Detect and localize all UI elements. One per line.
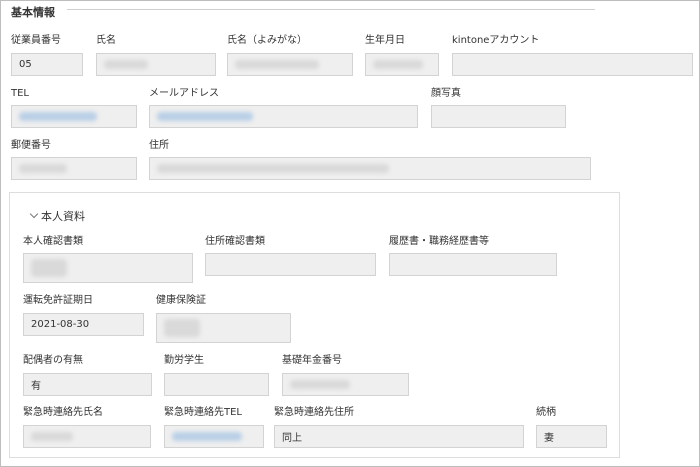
emergency-name-field[interactable] <box>23 425 151 448</box>
postal-code-field[interactable] <box>11 157 137 180</box>
name-kana-label: 氏名（よみがな） <box>227 35 307 46</box>
redacted-health-insurance <box>164 319 200 337</box>
email-field[interactable] <box>149 105 418 128</box>
license-expiry-label: 運転免許証期日 <box>23 295 93 306</box>
address-doc-field[interactable] <box>205 253 376 276</box>
redacted-address <box>157 164 389 173</box>
health-insurance-field[interactable] <box>156 313 291 343</box>
emergency-tel-label: 緊急時連絡先TEL <box>164 407 242 418</box>
documents-toggle[interactable]: 本人資料 <box>29 208 85 224</box>
tel-field[interactable] <box>11 105 137 128</box>
redacted-postal-code <box>19 164 67 173</box>
resume-doc-label: 履歴書・職務経歴書等 <box>389 236 489 247</box>
redacted-emergency-name <box>31 432 73 441</box>
pension-no-label: 基礎年金番号 <box>282 355 342 366</box>
kintone-account-field[interactable] <box>452 53 693 76</box>
redacted-name <box>104 60 148 69</box>
redacted-name-kana <box>235 60 319 69</box>
redacted-emergency-tel <box>172 432 242 441</box>
name-kana-field[interactable] <box>227 53 353 76</box>
kintone-account-label: kintoneアカウント <box>452 35 540 46</box>
email-label: メールアドレス <box>149 88 219 99</box>
license-expiry-value: 2021-08-30 <box>31 319 90 330</box>
emergency-address-field[interactable]: 同上 <box>274 425 524 448</box>
tel-label: TEL <box>11 88 29 99</box>
identity-doc-field[interactable] <box>23 253 193 283</box>
employee-no-label: 従業員番号 <box>11 35 61 46</box>
working-student-label: 勤労学生 <box>164 355 204 366</box>
spouse-field[interactable]: 有 <box>23 373 152 396</box>
emergency-address-label: 緊急時連絡先住所 <box>274 407 354 418</box>
address-field[interactable] <box>149 157 591 180</box>
birthdate-label: 生年月日 <box>365 35 405 46</box>
section-divider <box>67 9 595 10</box>
identity-doc-label: 本人確認書類 <box>23 236 83 247</box>
spouse-label: 配偶者の有無 <box>23 355 83 366</box>
pension-no-field[interactable] <box>282 373 409 396</box>
redacted-birthdate <box>373 60 423 69</box>
spouse-value: 有 <box>31 381 41 392</box>
chevron-down-icon <box>29 209 39 219</box>
resume-doc-field[interactable] <box>389 253 557 276</box>
relationship-value: 妻 <box>544 433 554 444</box>
redacted-pension-no <box>290 380 350 389</box>
address-doc-label: 住所確認書類 <box>205 236 265 247</box>
window-frame: 基本情報 従業員番号 05 氏名 氏名（よみがな） 生年月日 kintoneアカ… <box>0 0 700 467</box>
health-insurance-label: 健康保険証 <box>156 295 206 306</box>
employee-no-value: 05 <box>19 59 32 70</box>
postal-code-label: 郵便番号 <box>11 140 51 151</box>
birthdate-field[interactable] <box>365 53 439 76</box>
name-label: 氏名 <box>96 35 116 46</box>
documents-toggle-label: 本人資料 <box>41 210 85 223</box>
emergency-name-label: 緊急時連絡先氏名 <box>23 407 103 418</box>
address-label: 住所 <box>149 140 169 151</box>
relationship-label: 続柄 <box>536 407 556 418</box>
redacted-identity-doc <box>31 259 67 277</box>
photo-label: 顔写真 <box>431 88 461 99</box>
relationship-field[interactable]: 妻 <box>536 425 607 448</box>
section-title: 基本情報 <box>11 6 55 19</box>
license-expiry-field[interactable]: 2021-08-30 <box>23 313 144 336</box>
employee-no-field[interactable]: 05 <box>11 53 83 76</box>
working-student-field[interactable] <box>164 373 269 396</box>
emergency-tel-field[interactable] <box>164 425 264 448</box>
name-field[interactable] <box>96 53 216 76</box>
photo-field[interactable] <box>431 105 566 128</box>
redacted-tel <box>19 112 97 121</box>
redacted-email <box>157 112 253 121</box>
emergency-address-value: 同上 <box>282 433 302 444</box>
